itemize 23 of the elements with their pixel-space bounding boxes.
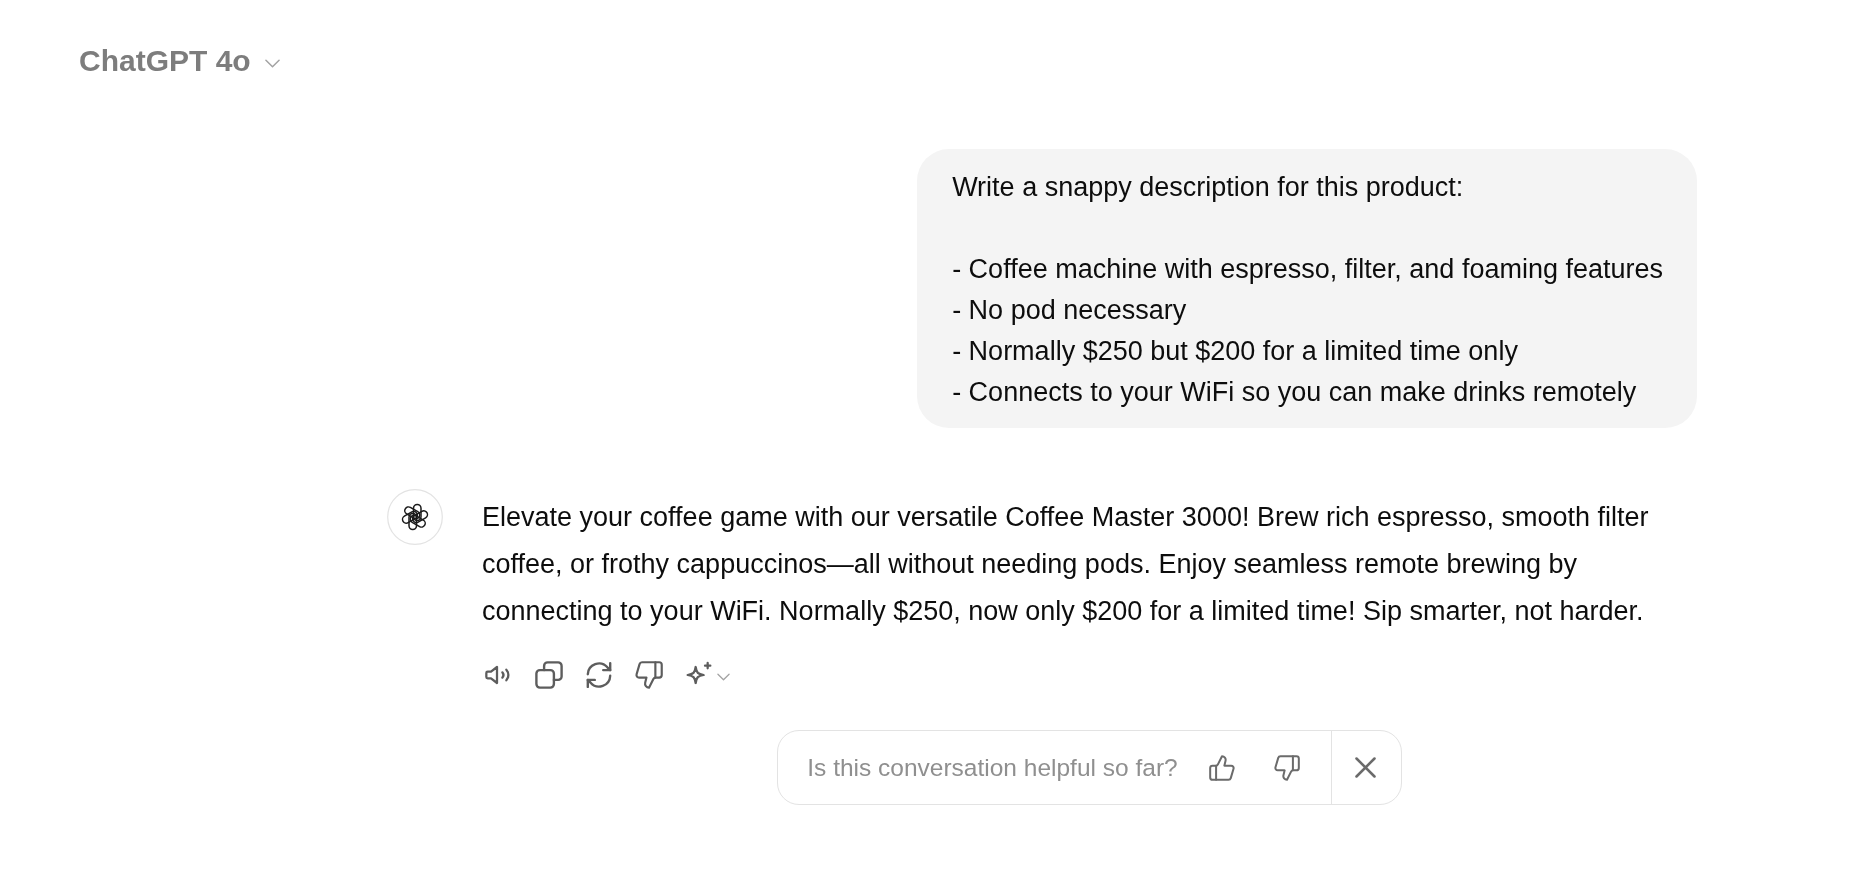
thumbs-up-icon	[1208, 754, 1235, 781]
caret-icon	[264, 58, 280, 68]
list-item-text: - No pod necessary	[952, 294, 1188, 327]
regenerate-button[interactable]	[585, 661, 613, 689]
dislike-button[interactable]	[635, 661, 663, 689]
close-button[interactable]	[1354, 757, 1376, 778]
list-item-text: - Connects to your WiFi so you can make drinks remotely	[952, 376, 1638, 409]
feedback-question: Is this conversation helpful so far?	[807, 753, 1178, 782]
copy-button[interactable]	[535, 661, 563, 689]
list-item-text: - Normally $250 but $200 for a limited time only	[952, 335, 1519, 368]
like-button[interactable]	[1208, 754, 1235, 781]
dislike-button[interactable]	[1273, 754, 1300, 781]
model-menu-button[interactable]: ChatGPT 4o	[79, 43, 280, 79]
list-item-text: - Coffee machine with espresso, filter, and foaming features	[952, 253, 1663, 286]
caret-icon	[717, 672, 730, 681]
assistant-message-text: Elevate your coffee game with our versatile Coffee Master 3000! Brew rich espresso, smooth filter coffee, or frothy cappuccinos—all without needing pods. Enjoy seamless remote brewing by connecting to your WiFi. Normally $250, now only $200 for a limited time! Sip smarter, not harder.	[482, 501, 1650, 628]
thumbs-down-icon	[1273, 754, 1300, 781]
message-text: Write a snappy description for this product:	[952, 171, 1465, 204]
copy-icon	[535, 661, 563, 689]
close-icon	[1354, 757, 1376, 778]
logo-avatar-icon	[387, 489, 443, 545]
thumbs-down-icon	[635, 661, 663, 689]
refresh-icon	[585, 661, 613, 689]
